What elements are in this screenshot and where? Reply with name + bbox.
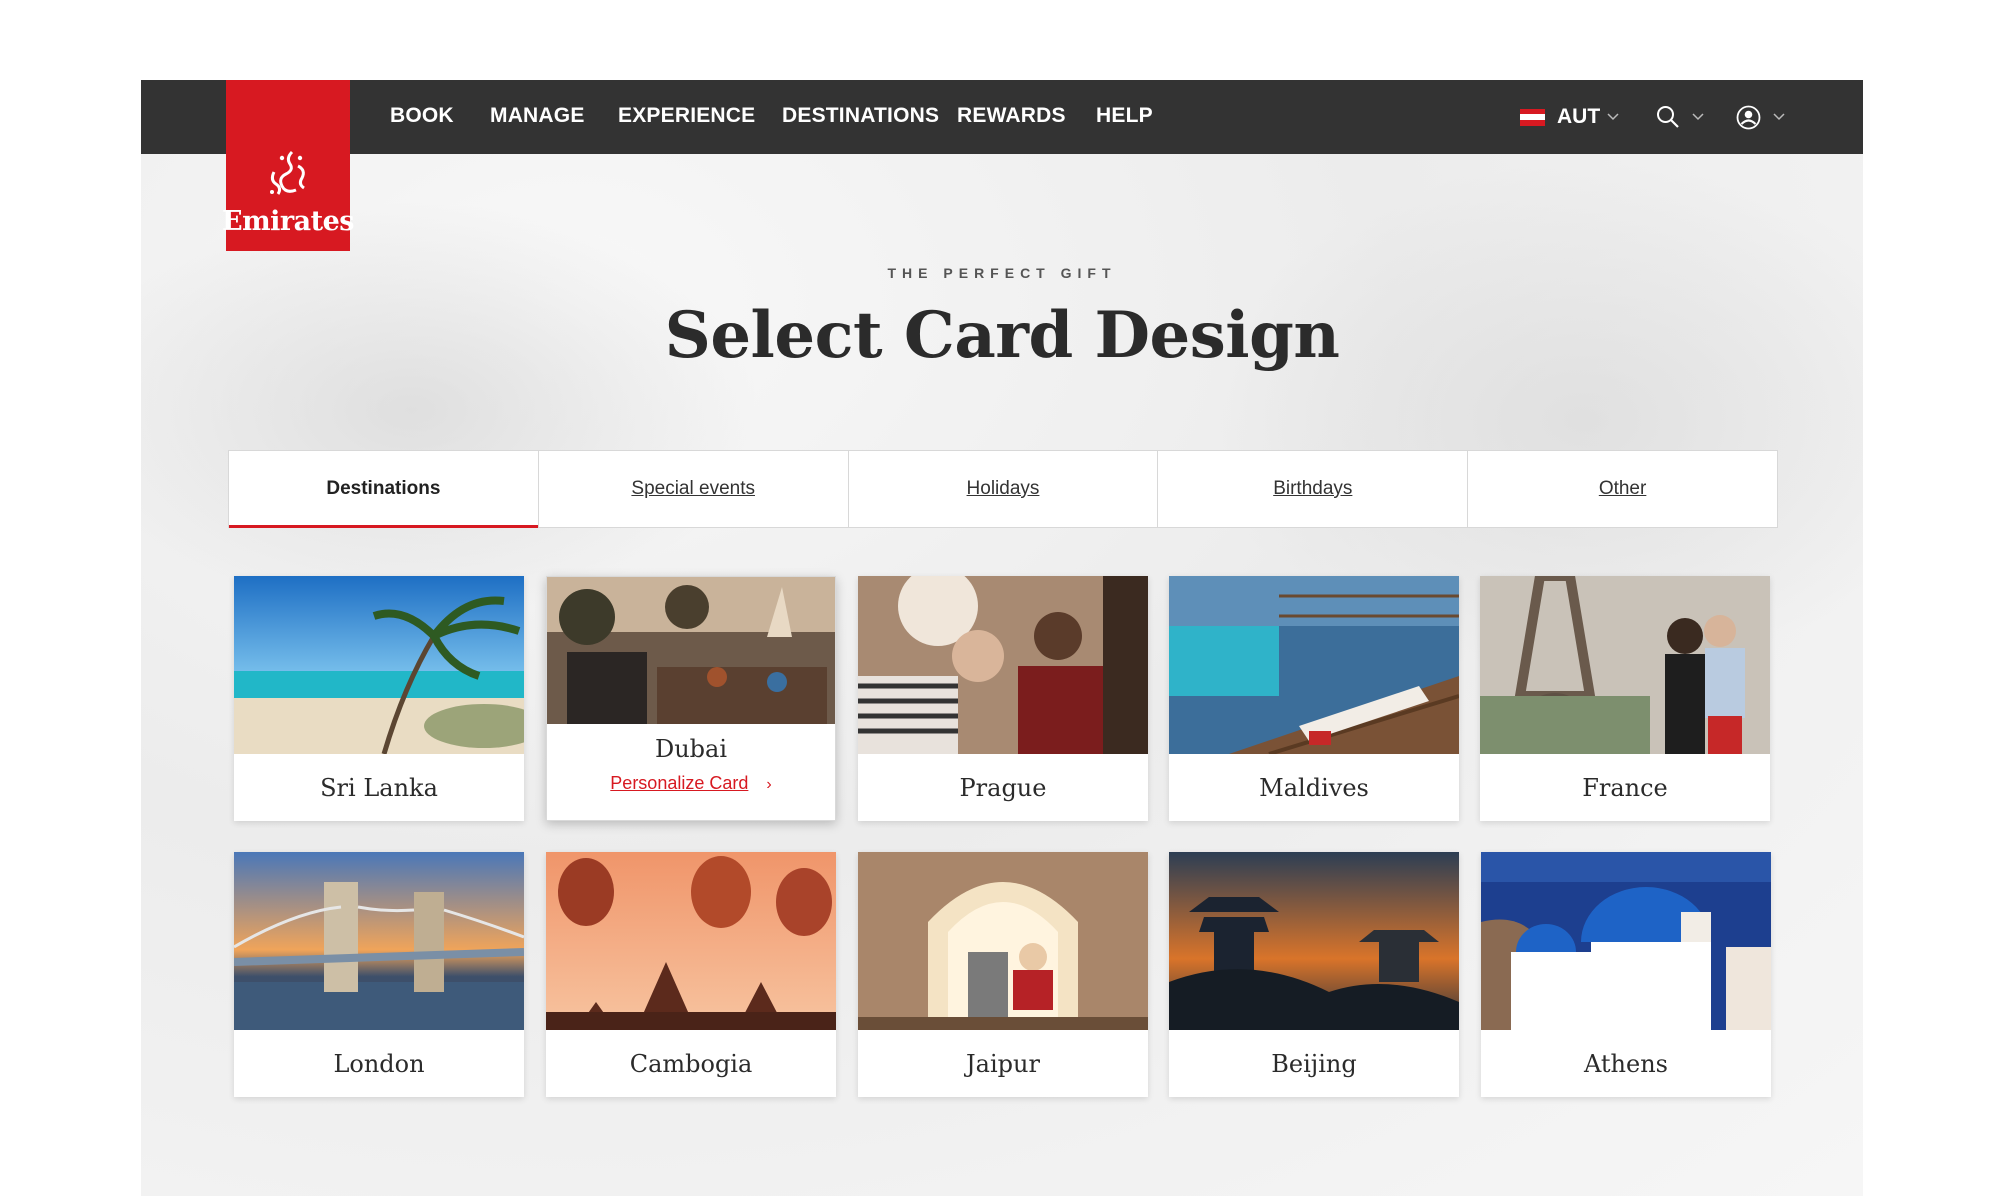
nav-destinations[interactable]: DESTINATIONS	[782, 104, 939, 128]
card-image	[546, 852, 836, 1030]
card-image	[1481, 852, 1771, 1030]
nav-rewards[interactable]: REWARDS	[957, 104, 1066, 128]
card-title: Athens	[1584, 1049, 1668, 1078]
card-design-dubai[interactable]: Dubai Personalize Card ›	[546, 576, 836, 821]
search-icon	[1657, 106, 1679, 128]
card-title: France	[1582, 773, 1668, 802]
personalize-card-link[interactable]: Personalize Card ›	[547, 773, 835, 794]
card-design-beijing[interactable]: Beijing	[1169, 852, 1459, 1097]
card-design-jaipur[interactable]: Jaipur	[858, 852, 1148, 1097]
nav-experience[interactable]: EXPERIENCE	[618, 104, 755, 128]
card-design-cambogia[interactable]: Cambogia	[546, 852, 836, 1097]
tab-destinations[interactable]: Destinations	[229, 451, 539, 528]
card-image	[858, 576, 1148, 754]
card-title: Prague	[959, 773, 1047, 802]
nav-manage[interactable]: MANAGE	[490, 104, 585, 128]
card-design-athens[interactable]: Athens	[1481, 852, 1771, 1097]
card-image	[1480, 576, 1770, 754]
category-tabs: Destinations Special events Holidays Bir…	[228, 450, 1778, 528]
tab-holidays[interactable]: Holidays	[849, 451, 1159, 527]
emirates-logo[interactable]: Emirates	[222, 80, 354, 251]
nav-help[interactable]: HELP	[1096, 104, 1153, 128]
austria-flag-icon	[1520, 108, 1545, 126]
hero-eyebrow: THE PERFECT GIFT	[887, 265, 1117, 281]
card-image	[234, 576, 524, 754]
page-frame: BOOK MANAGE EXPERIENCE DESTINATIONS REWA…	[141, 80, 1863, 1196]
chevron-right-icon: ›	[766, 776, 772, 793]
card-title: Maldives	[1259, 773, 1369, 802]
chevron-down-icon	[1692, 113, 1704, 121]
card-image	[858, 852, 1148, 1030]
personalize-card-text[interactable]: Personalize Card	[610, 773, 748, 793]
card-title: Beijing	[1271, 1049, 1357, 1078]
card-design-london[interactable]: London	[234, 852, 524, 1097]
page-title: Select Card Design	[664, 298, 1340, 373]
country-code: AUT	[1557, 105, 1601, 128]
brand-name: Emirates	[222, 206, 354, 237]
card-design-sri-lanka[interactable]: Sri Lanka	[234, 576, 524, 821]
calligraphy-logo-icon	[270, 150, 305, 195]
chevron-down-icon	[1607, 113, 1619, 121]
card-design-prague[interactable]: Prague	[858, 576, 1148, 821]
search-toggle[interactable]	[1656, 80, 1704, 154]
card-title: London	[333, 1049, 425, 1078]
account-menu[interactable]	[1736, 80, 1785, 154]
card-image	[1169, 852, 1459, 1030]
card-title: Dubai	[654, 735, 728, 763]
tab-other[interactable]: Other	[1468, 451, 1777, 527]
card-title: Cambogia	[629, 1049, 753, 1078]
card-image	[234, 852, 524, 1030]
user-icon	[1736, 105, 1761, 129]
chevron-down-icon	[1773, 113, 1785, 121]
card-title: Sri Lanka	[320, 773, 438, 802]
country-selector[interactable]: AUT	[1520, 80, 1619, 154]
card-design-france[interactable]: France	[1480, 576, 1770, 821]
nav-book[interactable]: BOOK	[390, 104, 454, 128]
card-title: Jaipur	[966, 1049, 1040, 1078]
card-image	[547, 577, 835, 724]
card-design-maldives[interactable]: Maldives	[1169, 576, 1459, 821]
card-image	[1169, 576, 1459, 754]
tab-birthdays[interactable]: Birthdays	[1158, 451, 1469, 527]
tab-special-events[interactable]: Special events	[539, 451, 849, 527]
top-navigation-bar: BOOK MANAGE EXPERIENCE DESTINATIONS REWA…	[141, 80, 1863, 154]
